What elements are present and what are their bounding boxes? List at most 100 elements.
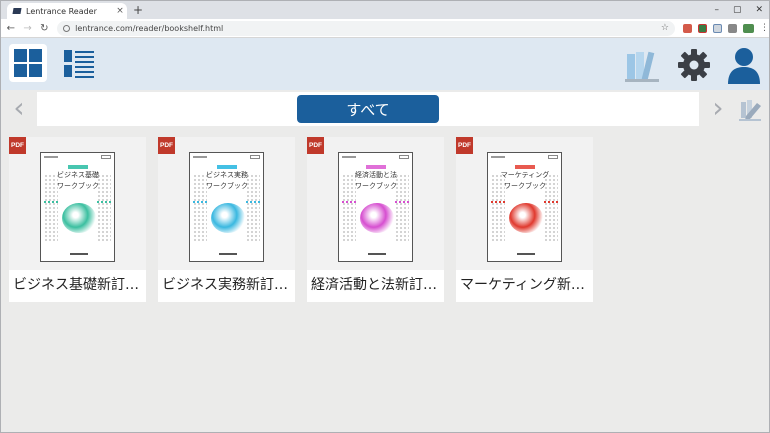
book-cover-area[interactable]: ビジネス実務 ワークブック PDF: [158, 137, 295, 270]
cover-title: マーケティング ワークブック: [490, 170, 560, 192]
cover-color-dots: [246, 201, 260, 203]
cover-globe-graphic: [509, 203, 543, 233]
cover-decoration: [548, 155, 558, 159]
app-header: [1, 38, 769, 90]
book-cover-image[interactable]: マーケティング ワークブック: [487, 152, 562, 262]
cover-publisher-mark: [517, 253, 535, 255]
new-tab-button[interactable]: +: [131, 3, 145, 17]
cover-title-line: マーケティング: [500, 171, 550, 179]
book-title[interactable]: ビジネス基礎新訂…: [13, 275, 143, 295]
minimize-button[interactable]: –: [714, 3, 719, 17]
cover-title: 経済活動と法 ワークブック: [341, 170, 411, 192]
grid-view-icon: [14, 49, 42, 77]
cover-title-line: ワークブック: [355, 182, 397, 190]
cover-title: ビジネス実務 ワークブック: [192, 170, 262, 192]
url-text[interactable]: lentrance.com/reader/bookshelf.html: [75, 24, 661, 33]
book-title[interactable]: ビジネス実務新訂…: [162, 275, 292, 295]
cover-decoration: [342, 156, 356, 158]
pdf-badge: PDF: [456, 137, 473, 154]
cover-title-line: ワークブック: [206, 182, 248, 190]
close-window-button[interactable]: ✕: [755, 3, 763, 17]
cover-color-dots: [395, 201, 409, 203]
extension-gray-icon[interactable]: [727, 23, 737, 33]
category-bar: ‹ すべて ›: [1, 90, 769, 128]
pdf-badge: PDF: [158, 137, 175, 154]
cover-title-line: ビジネス実務: [206, 171, 248, 179]
cover-title-line: ビジネス基礎: [57, 171, 99, 179]
cover-ribbon: [217, 165, 237, 169]
browser-menu-icon[interactable]: ⋮: [760, 23, 769, 33]
cover-title: ビジネス基礎 ワークブック: [43, 170, 113, 192]
book-cover-area[interactable]: マーケティング ワークブック PDF: [456, 137, 593, 270]
bookmark-star-icon[interactable]: ☆: [661, 23, 669, 33]
category-strip: すべて: [37, 92, 699, 126]
cover-publisher-mark: [368, 253, 386, 255]
extension-translate-icon[interactable]: [697, 23, 707, 33]
category-all-button[interactable]: すべて: [297, 95, 439, 123]
address-bar[interactable]: lentrance.com/reader/bookshelf.html ☆: [57, 20, 675, 36]
list-view-icon: [64, 50, 94, 78]
reload-icon[interactable]: ↻: [37, 23, 51, 34]
pdf-badge: PDF: [307, 137, 324, 154]
forward-arrow-icon[interactable]: →: [21, 23, 35, 34]
book-title[interactable]: マーケティング新…: [460, 275, 590, 295]
tab-strip: Lentrance Reader × + – ▢ ✕: [1, 1, 769, 19]
book-card[interactable]: 経済活動と法 ワークブック PDF 経済活動と法新訂…: [307, 137, 444, 302]
book-cover-image[interactable]: ビジネス実務 ワークブック: [189, 152, 264, 262]
extension-icons: [682, 23, 754, 33]
info-icon[interactable]: [63, 24, 71, 32]
cover-title-line: 経済活動と法: [355, 171, 397, 179]
cover-title-line: ワークブック: [57, 182, 99, 190]
cover-globe-graphic: [360, 203, 394, 233]
cover-title-line: ワークブック: [504, 182, 546, 190]
list-view-button[interactable]: [59, 44, 97, 82]
book-cover-area[interactable]: 経済活動と法 ワークブック PDF: [307, 137, 444, 270]
cover-ribbon: [366, 165, 386, 169]
cover-color-dots: [97, 201, 111, 203]
pdf-badge: PDF: [9, 137, 26, 154]
book-card[interactable]: マーケティング ワークブック PDF マーケティング新…: [456, 137, 593, 302]
tab-close-icon[interactable]: ×: [113, 6, 127, 16]
window-controls: – ▢ ✕: [714, 3, 763, 17]
cover-decoration: [491, 156, 505, 158]
cover-color-dots: [193, 201, 207, 203]
cover-globe-graphic: [62, 203, 96, 233]
extension-screenshot-icon[interactable]: [712, 23, 722, 33]
lentrance-favicon-icon: [12, 8, 22, 14]
chevron-left-icon[interactable]: ‹: [4, 94, 34, 124]
book-title[interactable]: 経済活動と法新訂…: [311, 275, 441, 295]
book-cover-area[interactable]: ビジネス基礎 ワークブック PDF: [9, 137, 146, 270]
cover-color-dots: [44, 201, 58, 203]
browser-window: Lentrance Reader × + – ▢ ✕ ← → ↻ lentran…: [0, 0, 770, 433]
cover-color-dots: [491, 201, 505, 203]
cover-ribbon: [68, 165, 88, 169]
cover-decoration: [193, 156, 207, 158]
gear-icon[interactable]: [677, 48, 711, 82]
book-card[interactable]: ビジネス実務 ワークブック PDF ビジネス実務新訂…: [158, 137, 295, 302]
book-card[interactable]: ビジネス基礎 ワークブック PDF ビジネス基礎新訂…: [9, 137, 146, 302]
cover-color-dots: [342, 201, 356, 203]
grid-view-button[interactable]: [9, 44, 47, 82]
maximize-button[interactable]: ▢: [733, 3, 742, 17]
chevron-right-icon[interactable]: ›: [703, 94, 733, 124]
cover-decoration: [44, 156, 58, 158]
cover-decoration: [399, 155, 409, 159]
cover-publisher-mark: [70, 253, 88, 255]
back-arrow-icon[interactable]: ←: [4, 23, 18, 34]
tab-title: Lentrance Reader: [26, 6, 97, 16]
cover-globe-graphic: [211, 203, 245, 233]
browser-tab[interactable]: Lentrance Reader ×: [7, 3, 127, 19]
edit-icon[interactable]: [737, 96, 765, 124]
cover-ribbon: [515, 165, 535, 169]
cover-color-dots: [544, 201, 558, 203]
book-cover-image[interactable]: ビジネス基礎 ワークブック: [40, 152, 115, 262]
extension-pdf-icon[interactable]: [682, 23, 692, 33]
browser-toolbar: ← → ↻ lentrance.com/reader/bookshelf.htm…: [1, 19, 769, 38]
book-cover-image[interactable]: 経済活動と法 ワークブック: [338, 152, 413, 262]
cover-decoration: [250, 155, 260, 159]
books-icon[interactable]: [623, 46, 661, 84]
cover-publisher-mark: [219, 253, 237, 255]
cover-decoration: [101, 155, 111, 159]
profile-avatar-icon[interactable]: [742, 23, 754, 33]
user-icon[interactable]: [726, 46, 762, 84]
